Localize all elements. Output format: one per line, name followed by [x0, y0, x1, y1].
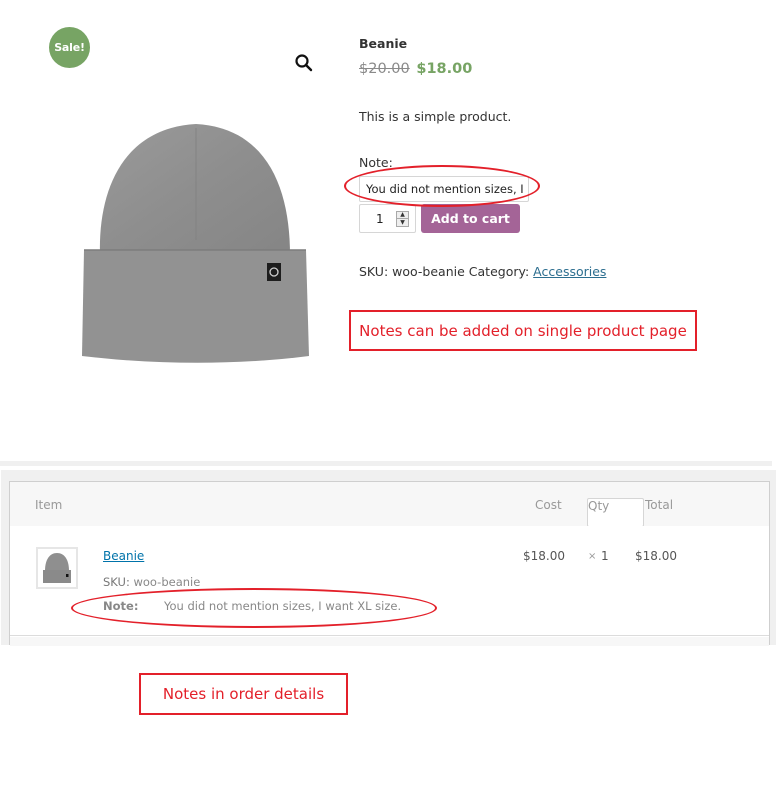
product-image-beanie[interactable] — [78, 120, 314, 365]
item-sku: SKU: woo-beanie — [103, 575, 200, 589]
column-total[interactable]: Total — [645, 498, 673, 512]
column-cost[interactable]: Cost — [535, 498, 562, 512]
order-items-table: Item Cost Qty Total Beanie SKU: woo-bean… — [9, 481, 770, 646]
category-link[interactable]: Accessories — [533, 264, 606, 279]
item-sku-value: woo-beanie — [133, 575, 201, 589]
annotation-order-details: Notes in order details — [139, 673, 348, 715]
add-to-cart-button[interactable]: Add to cart — [421, 204, 520, 233]
item-name-link[interactable]: Beanie — [103, 549, 144, 563]
image-zoom-button[interactable] — [294, 53, 314, 73]
product-meta: SKU: woo-beanie Category: Accessories — [359, 264, 606, 279]
item-sku-label: SKU: — [103, 575, 130, 589]
product-title: Beanie — [359, 36, 408, 51]
item-total: $18.00 — [635, 549, 677, 563]
table-header: Item Cost Qty Total — [10, 482, 769, 527]
table-footer — [10, 637, 769, 646]
quantity-stepper[interactable]: 1 ▲ ▼ — [359, 204, 416, 233]
table-row: Beanie SKU: woo-beanie Note: You did not… — [10, 526, 769, 636]
sale-price: $18.00 — [416, 61, 473, 77]
note-input-value: You did not mention sizes, I — [366, 182, 524, 196]
section-divider — [0, 461, 772, 466]
beanie-thumbnail-image — [43, 553, 71, 583]
note-field-label: Note: — [359, 155, 393, 170]
sale-badge: Sale! — [49, 27, 90, 68]
category-label: Category: — [468, 264, 530, 279]
column-item[interactable]: Item — [35, 498, 62, 512]
decrement-arrow-icon[interactable]: ▼ — [397, 219, 408, 226]
beanie-illustration — [82, 124, 309, 363]
regular-price: $20.00 — [359, 61, 410, 77]
item-note-label: Note: — [103, 599, 139, 613]
order-items-panel: Item Cost Qty Total Beanie SKU: woo-bean… — [1, 470, 776, 646]
item-thumbnail — [36, 547, 78, 589]
annotation-product-page: Notes can be added on single product pag… — [349, 310, 697, 351]
quantity-value: 1 — [376, 212, 384, 226]
item-qty: 1 — [601, 549, 609, 563]
search-icon — [295, 54, 313, 72]
short-description: This is a simple product. — [359, 109, 512, 124]
product-summary: Beanie $20.00 $18.00 This is a simple pr… — [359, 36, 719, 279]
item-cost: $18.00 — [523, 549, 565, 563]
product-price: $20.00 $18.00 — [359, 59, 719, 79]
quantity-spinner[interactable]: ▲ ▼ — [396, 211, 409, 227]
increment-arrow-icon[interactable]: ▲ — [397, 212, 408, 219]
times-icon: × — [588, 551, 597, 562]
item-note-value: You did not mention sizes, I want XL siz… — [164, 599, 402, 613]
sku-label: SKU: — [359, 264, 389, 279]
sku-value: woo-beanie — [392, 264, 465, 279]
note-input[interactable]: You did not mention sizes, I — [359, 176, 529, 202]
column-qty[interactable]: Qty — [587, 498, 644, 527]
